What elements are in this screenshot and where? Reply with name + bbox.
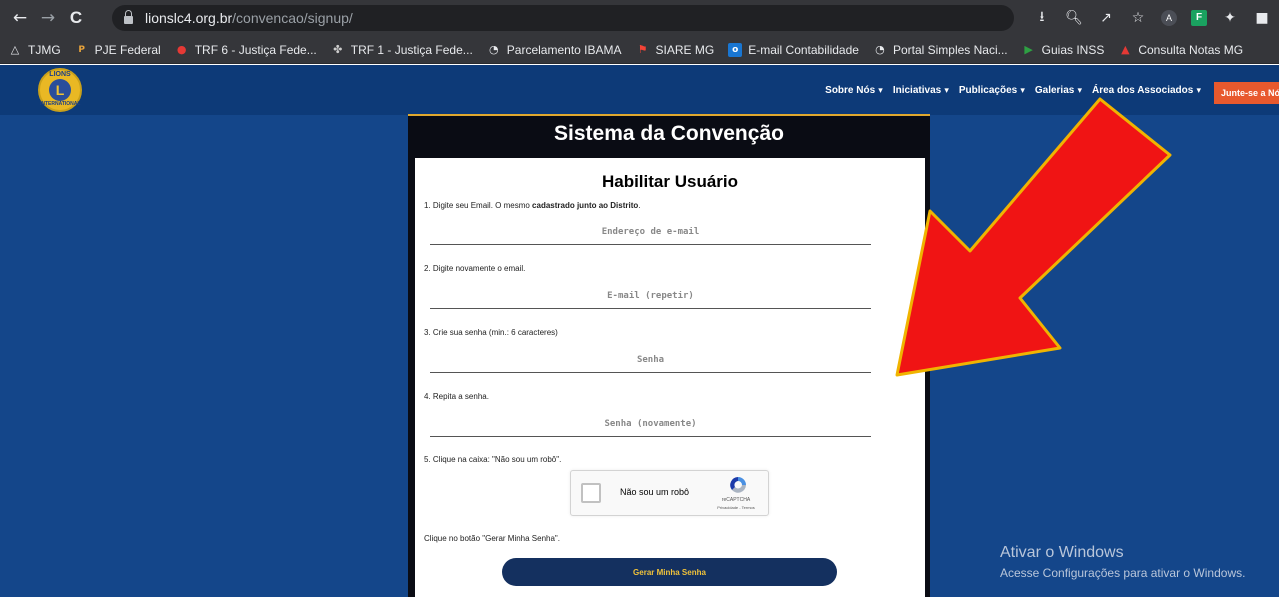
forward-icon[interactable]: →: [34, 8, 62, 28]
toolbar-icons: ⭳ 🔍︎ ↗ ☆ A F ✦ ■: [1033, 0, 1271, 36]
globe-icon: ◔: [488, 42, 499, 56]
bookmark-portal-simples[interactable]: ◔ Portal Simples Naci...: [873, 43, 1008, 57]
form-title: Habilitar Usuário: [601, 172, 739, 191]
bookmarks-bar: △ TJMG P PJE Federal ● TRF 6 - Justiça Fede…: [0, 36, 1279, 64]
panel-title: Sistema da Convenção: [554, 122, 784, 145]
zoom-icon[interactable]: 🔍︎: [1065, 10, 1083, 26]
outlook-icon: o: [728, 42, 743, 57]
step-1-label: 1. Digite seu Email. O mesmo cadastrado …: [424, 201, 641, 210]
step-3-label: 3. Crie sua senha (min.: 6 caracteres): [424, 328, 558, 337]
pje-icon: P: [78, 44, 85, 55]
step-4-label: 4. Repita a senha.: [424, 392, 489, 401]
logo-letter: L: [49, 79, 71, 101]
bookmark-trf6[interactable]: ● TRF 6 - Justiça Fede...: [175, 43, 317, 57]
email-repeat-input[interactable]: [430, 283, 871, 309]
triangle-icon: △: [10, 42, 20, 56]
trf-icon: ✤: [333, 42, 343, 56]
bookmark-pje-federal[interactable]: P PJE Federal: [75, 43, 160, 57]
password-input[interactable]: [430, 347, 871, 373]
logo-text-lions: LIONS: [49, 71, 71, 78]
recaptcha-brand: reCAPTCHA: [721, 497, 751, 503]
windows-activation-watermark: Ativar o Windows Acesse Configurações pa…: [1000, 544, 1245, 580]
bookmark-trf1[interactable]: ✤ TRF 1 - Justiça Fede...: [331, 43, 473, 57]
watermark-title: Ativar o Windows: [1000, 544, 1124, 561]
red-triangle-icon: ▲: [1121, 42, 1130, 56]
email-input[interactable]: [430, 219, 871, 245]
reload-icon[interactable]: C: [62, 8, 90, 28]
signup-form: Habilitar Usuário 1. Digite seu Email. O…: [415, 158, 925, 597]
inss-icon: ▶: [1024, 42, 1033, 56]
bookmark-guias-inss[interactable]: ▶ Guias INSS: [1022, 42, 1104, 57]
lock-icon[interactable]: [124, 10, 133, 24]
bookmark-email-contabilidade[interactable]: o E-mail Contabilidade: [728, 42, 859, 57]
extensions-puzzle-icon[interactable]: ✦: [1221, 10, 1239, 26]
recaptcha-privacy-terms[interactable]: Privacidade - Termos: [701, 505, 771, 510]
url-text[interactable]: lionslc4.org.br/convencao/signup/: [145, 10, 353, 26]
siare-icon: ⚑: [637, 42, 648, 56]
install-app-icon[interactable]: ⭳: [1033, 6, 1051, 30]
extension-f-icon[interactable]: F: [1191, 10, 1207, 26]
browser-toolbar: ← → C lionslc4.org.br/convencao/signup/ …: [0, 0, 1279, 36]
red-arrow-annotation: [895, 97, 1172, 377]
recaptcha-label: Não sou um robô: [620, 487, 690, 497]
extension-a-icon[interactable]: A: [1161, 10, 1177, 26]
logo-text-international: INTERNATIONAL: [40, 101, 81, 107]
bookmark-consulta-notas[interactable]: ▲ Consulta Notas MG: [1118, 43, 1243, 57]
share-icon[interactable]: ↗: [1097, 10, 1115, 26]
red-dot-icon: ●: [176, 42, 187, 56]
bookmark-star-icon[interactable]: ☆: [1129, 10, 1147, 26]
convention-panel: Sistema da Convenção Habilitar Usuário 1…: [408, 114, 930, 597]
step-2-label: 2. Digite novamente o email.: [424, 264, 526, 273]
recaptcha-logo-icon: [730, 477, 746, 493]
join-button[interactable]: Junte-se a Nós: [1214, 82, 1279, 104]
bookmark-siare-mg[interactable]: ⚑ SIARE MG: [636, 43, 715, 57]
lions-logo[interactable]: LIONS L INTERNATIONAL: [38, 68, 82, 112]
globe-icon: ◔: [875, 42, 885, 56]
generate-password-button[interactable]: Gerar Minha Senha: [502, 558, 837, 586]
bookmark-parcelamento-ibama[interactable]: ◔ Parcelamento IBAMA: [487, 43, 622, 57]
address-bar[interactable]: lionslc4.org.br/convencao/signup/: [112, 5, 1014, 31]
password-repeat-input[interactable]: [430, 411, 871, 437]
side-panel-icon[interactable]: ■: [1253, 10, 1271, 26]
step-6-label: Clique no botão "Gerar Minha Senha".: [424, 534, 560, 543]
back-icon[interactable]: ←: [6, 8, 34, 28]
watermark-subtitle: Acesse Configurações para ativar o Windo…: [1000, 566, 1246, 580]
recaptcha-checkbox[interactable]: [581, 483, 601, 503]
step-5-label: 5. Clique na caixa: "Não sou um robô".: [424, 455, 562, 464]
recaptcha-widget: Não sou um robô reCAPTCHA Privacidade - …: [570, 470, 769, 516]
bookmark-tjmg[interactable]: △ TJMG: [8, 43, 61, 57]
